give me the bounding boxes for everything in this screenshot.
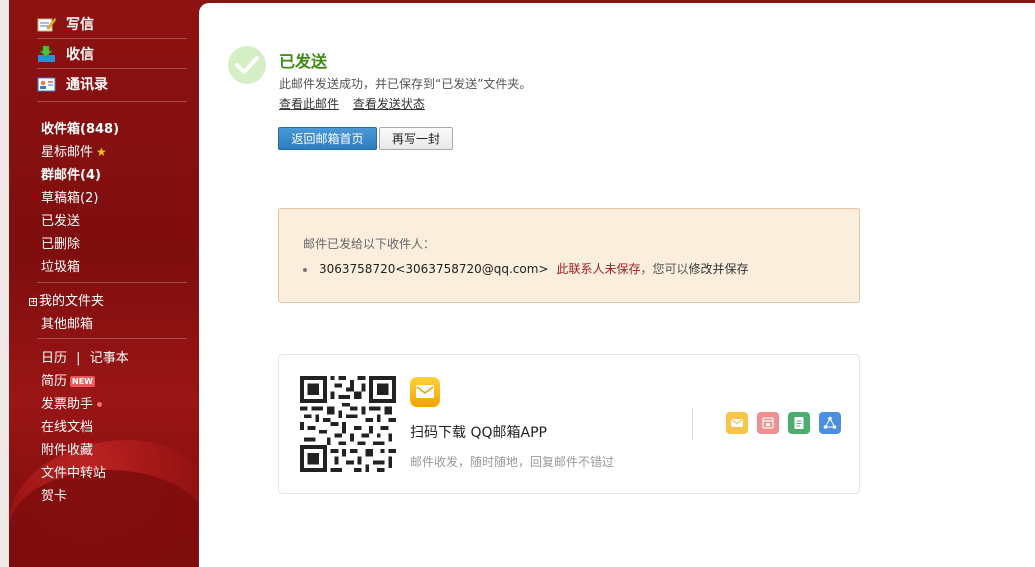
link-separator: | (76, 351, 81, 366)
app-promo-title: 扫码下载 QQ邮箱APP (410, 425, 547, 441)
my-folders[interactable]: + 我的文件夹 (29, 290, 104, 309)
folder-inbox[interactable]: 收件箱(848) (41, 118, 119, 137)
recipients-heading: 邮件已发给以下收件人： (303, 237, 436, 251)
notebook-link[interactable]: 记事本 (90, 351, 129, 366)
calendar-link[interactable]: 日历 (41, 351, 67, 366)
share-app-icon[interactable] (819, 412, 841, 434)
compose-button[interactable]: 写信 (37, 13, 94, 35)
folder-spam[interactable]: 垃圾箱 (41, 256, 80, 275)
invoice-assistant-link[interactable]: 发票助手 (41, 393, 103, 412)
bullet-icon (303, 267, 307, 272)
divider (37, 101, 187, 102)
send-success-message: 此邮件发送成功，并已保存到“已发送”文件夹。 (279, 77, 532, 91)
calendar-app-icon[interactable] (757, 412, 779, 434)
compose-label: 写信 (66, 17, 94, 33)
contacts-button[interactable]: 通讯录 (37, 73, 108, 95)
back-to-inbox-button[interactable]: 返回邮箱首页 (278, 127, 377, 150)
greeting-card-link[interactable]: 贺卡 (41, 485, 67, 504)
resume-label: 简历 (41, 374, 68, 389)
expand-plus-icon[interactable]: + (29, 297, 37, 306)
divider (37, 338, 187, 339)
sidebar: 写信 收信 通讯录 收件箱(848) 星标邮件 ★ 群邮件(4) 草稿箱(2) … (0, 0, 198, 567)
invoice-label: 发票助手 (41, 397, 94, 412)
contacts-card-icon (37, 75, 57, 93)
resume-link[interactable]: 简历 NEW (41, 370, 95, 389)
new-badge: NEW (70, 376, 95, 387)
sidebar-edge (0, 0, 9, 567)
compose-icon (37, 15, 57, 33)
folder-starred-label: 星标邮件 (41, 145, 94, 160)
success-check-icon (228, 46, 266, 84)
view-send-status-link[interactable]: 查看发送状态 (353, 97, 425, 111)
divider (37, 282, 187, 283)
mail-app-icon[interactable] (726, 412, 748, 434)
online-docs-link[interactable]: 在线文档 (41, 416, 93, 435)
star-icon: ★ (96, 145, 107, 159)
other-mailbox[interactable]: 其他邮箱 (41, 313, 93, 332)
app-download-promo: 扫码下载 QQ邮箱APP 邮件收发，随时随地，回复邮件不错过 (278, 354, 860, 494)
receive-button[interactable]: 收信 (37, 43, 94, 65)
vertical-divider (692, 408, 693, 440)
inbox-download-icon (37, 45, 57, 63)
edit-and-save-link[interactable]: 修改并保存 (689, 262, 749, 276)
page-title: 已发送 (279, 52, 328, 71)
result-links: 查看此邮件 查看发送状态 (279, 95, 435, 112)
recipient-row: 3063758720<3063758720@qq.com> 此联系人未保存，您可以… (303, 260, 749, 277)
write-another-button[interactable]: 再写一封 (379, 127, 453, 150)
unsaved-contact-warning: 此联系人未保存 (556, 262, 641, 276)
receive-label: 收信 (66, 47, 94, 63)
app-promo-description: 邮件收发，随时随地，回复邮件不错过 (410, 455, 615, 469)
folder-drafts[interactable]: 草稿箱(2) (41, 187, 98, 206)
sidebar-content: 写信 收信 通讯录 收件箱(848) 星标邮件 ★ 群邮件(4) 草稿箱(2) … (9, 0, 198, 567)
folder-sent[interactable]: 已发送 (41, 210, 80, 229)
file-transfer-link[interactable]: 文件中转站 (41, 462, 106, 481)
view-mail-link[interactable]: 查看此邮件 (279, 97, 339, 111)
contacts-label: 通讯录 (66, 77, 108, 93)
divider (37, 38, 187, 39)
qq-mail-app-logo-icon (410, 377, 440, 407)
attachments-link[interactable]: 附件收藏 (41, 439, 93, 458)
calendar-notebook-row: 日历 | 记事本 (41, 347, 129, 366)
folder-starred[interactable]: 星标邮件 ★ (41, 141, 107, 160)
recipients-notice: 邮件已发给以下收件人： 3063758720<3063758720@qq.com… (278, 208, 860, 303)
recipient-address: 3063758720<3063758720@qq.com> (319, 262, 549, 276)
main-content: 已发送 此邮件发送成功，并已保存到“已发送”文件夹。 查看此邮件 查看发送状态 … (199, 3, 1035, 567)
my-folders-label: 我的文件夹 (39, 294, 105, 309)
qr-code (300, 376, 396, 472)
folder-deleted[interactable]: 已删除 (41, 233, 80, 252)
save-hint: ，您可以 (640, 262, 689, 276)
notification-dot (97, 402, 103, 407)
divider (37, 68, 187, 69)
notes-app-icon[interactable] (788, 412, 810, 434)
folder-group-mail[interactable]: 群邮件(4) (41, 164, 101, 183)
